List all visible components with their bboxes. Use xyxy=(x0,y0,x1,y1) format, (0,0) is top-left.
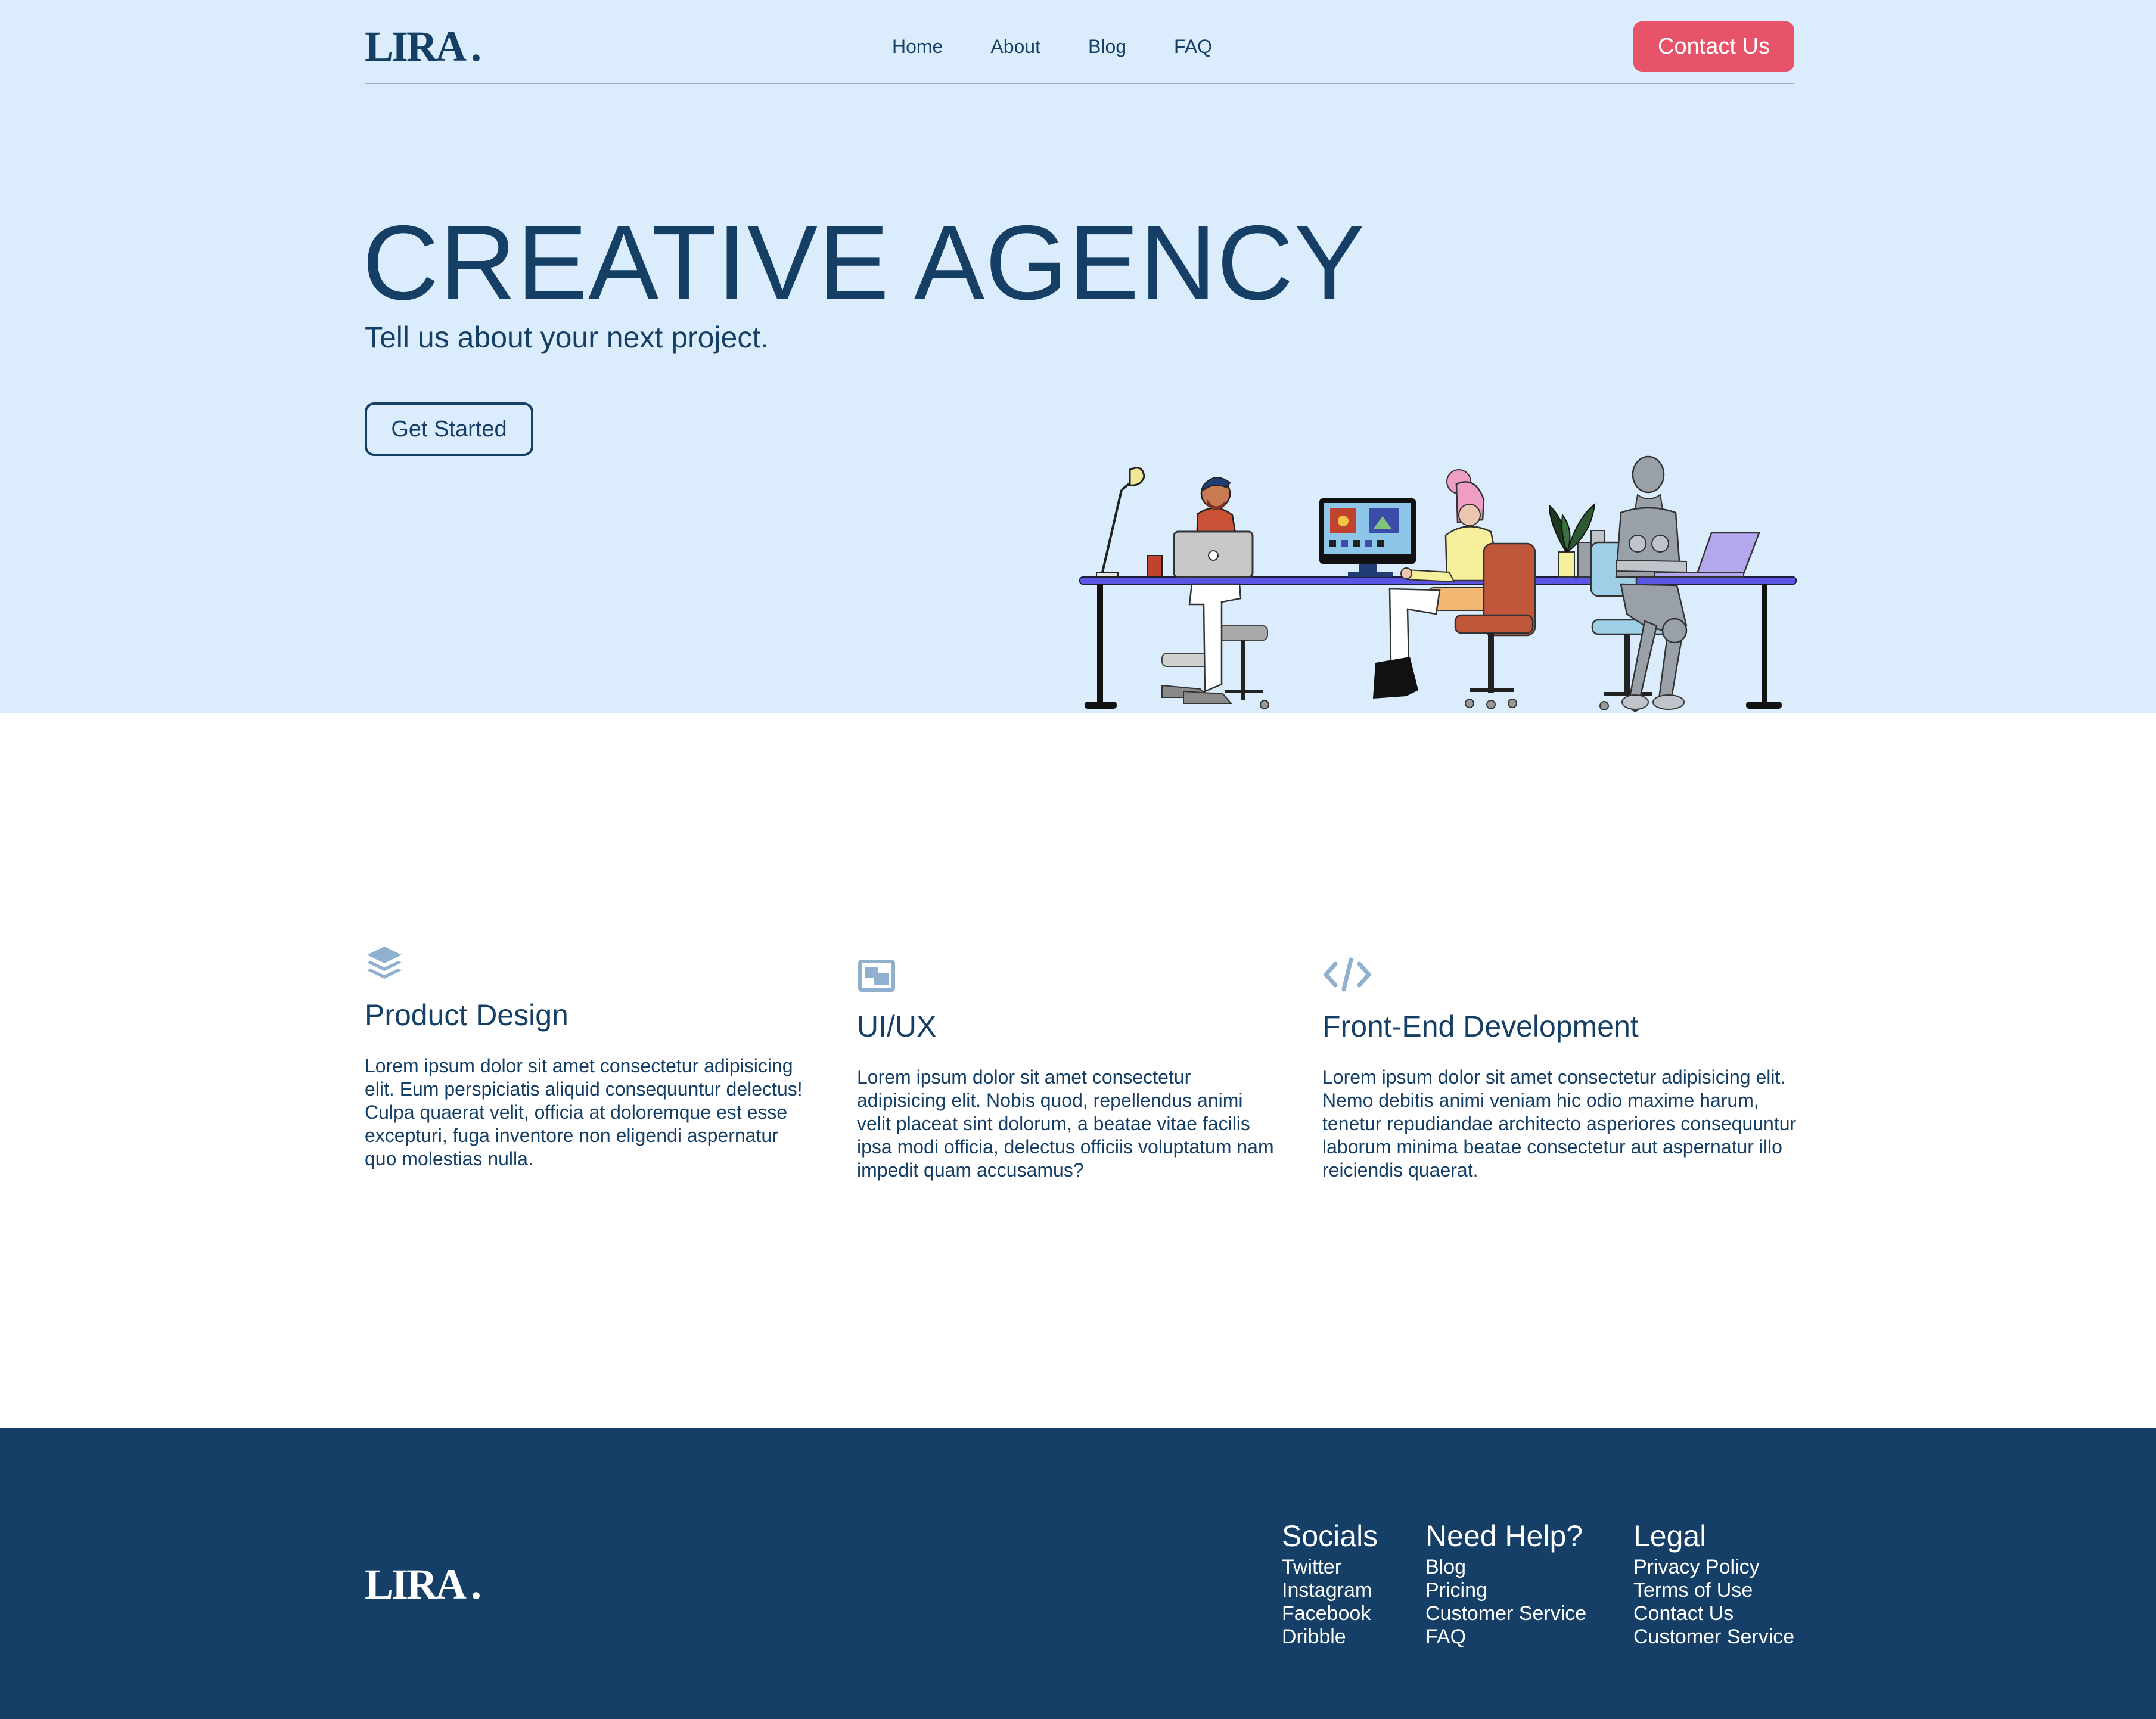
footer-link-dribble[interactable]: Dribble xyxy=(1282,1625,1378,1649)
main-nav: Home About Blog FAQ xyxy=(892,35,1260,58)
office-desk-illustration xyxy=(1079,455,1797,712)
nav-faq-link[interactable]: FAQ xyxy=(1174,35,1212,58)
footer-column-socials: Socials Twitter Instagram Facebook Dribb… xyxy=(1282,1519,1378,1649)
brand-name: LIRA xyxy=(365,23,467,70)
feature-description: Lorem ipsum dolor sit amet consectetur a… xyxy=(1322,1066,1797,1181)
hero-section: LIRA. Home About Blog FAQ Contact Us CRE… xyxy=(0,0,2156,713)
brand-dot: . xyxy=(471,23,481,70)
brand-name: LIRA xyxy=(365,1560,467,1608)
feature-description: Lorem ipsum dolor sit amet consectetur a… xyxy=(857,1066,1274,1181)
footer-link-terms-of-use[interactable]: Terms of Use xyxy=(1633,1579,1794,1602)
footer-link-customer-service[interactable]: Customer Service xyxy=(1633,1625,1794,1649)
feature-description: Lorem ipsum dolor sit amet consectetur a… xyxy=(365,1055,803,1169)
footer-link-privacy-policy[interactable]: Privacy Policy xyxy=(1633,1556,1794,1579)
footer-link-pricing[interactable]: Pricing xyxy=(1425,1579,1586,1602)
contact-us-button[interactable]: Contact Us xyxy=(1633,21,1794,72)
code-icon xyxy=(1324,957,1371,992)
footer-link-faq[interactable]: FAQ xyxy=(1425,1625,1586,1649)
footer-logo[interactable]: LIRA. xyxy=(365,1560,481,1608)
footer-link-facebook[interactable]: Facebook xyxy=(1282,1602,1378,1625)
nav-about-link[interactable]: About xyxy=(990,35,1040,58)
layers-icon xyxy=(367,947,402,979)
feature-title: Product Design xyxy=(365,998,568,1032)
footer-link-contact-us[interactable]: Contact Us xyxy=(1633,1602,1794,1625)
footer-column-legal: Legal Privacy Policy Terms of Use Contac… xyxy=(1633,1519,1794,1649)
footer-column-title: Socials xyxy=(1282,1519,1378,1553)
brand-logo[interactable]: LIRA. xyxy=(365,23,481,70)
footer-link-instagram[interactable]: Instagram xyxy=(1282,1579,1378,1602)
hero-title: CREATIVE AGENCY xyxy=(362,203,1366,322)
feature-title: UI/UX xyxy=(857,1010,937,1043)
brand-dot: . xyxy=(471,1560,481,1608)
footer-link-customer-service[interactable]: Customer Service xyxy=(1425,1602,1586,1625)
footer-column-need-help: Need Help? Blog Pricing Customer Service… xyxy=(1425,1519,1586,1649)
site-footer: LIRA. Socials Twitter Instagram Facebook… xyxy=(0,1428,2156,1719)
nav-divider xyxy=(365,83,1794,84)
nav-blog-link[interactable]: Blog xyxy=(1088,35,1126,58)
get-started-button[interactable]: Get Started xyxy=(365,402,533,456)
footer-column-title: Need Help? xyxy=(1425,1519,1583,1553)
footer-column-title: Legal xyxy=(1633,1519,1707,1553)
hero-subtitle: Tell us about your next project. xyxy=(365,321,769,354)
footer-link-blog[interactable]: Blog xyxy=(1425,1556,1586,1579)
nav-home-link[interactable]: Home xyxy=(892,35,943,58)
footer-link-twitter[interactable]: Twitter xyxy=(1282,1556,1378,1579)
feature-title: Front-End Development xyxy=(1322,1010,1639,1043)
image-frame-icon xyxy=(858,960,895,992)
